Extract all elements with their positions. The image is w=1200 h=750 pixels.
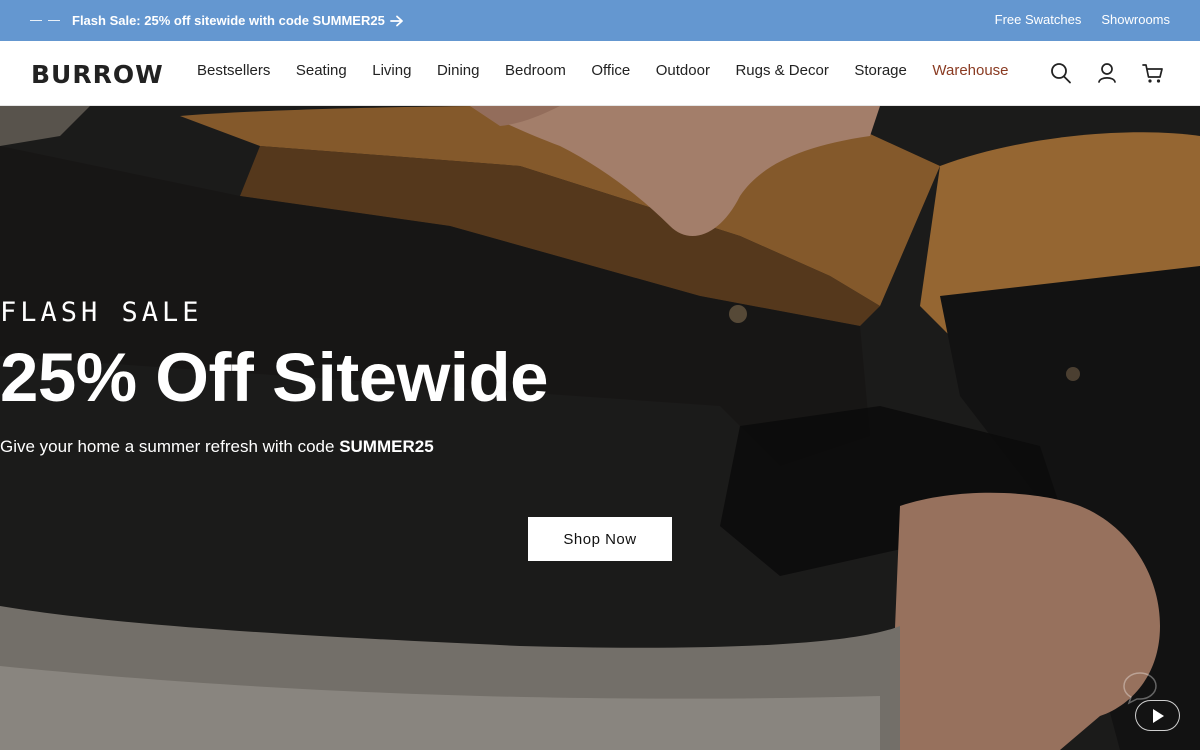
hero-background-image (0, 106, 1200, 750)
video-play-button[interactable] (1135, 700, 1180, 731)
nav-office[interactable]: Office (591, 62, 630, 79)
hero-eyebrow: FLASH SALE (0, 297, 203, 328)
hero-subline-text: Give your home a summer refresh with cod… (0, 437, 340, 456)
nav-dining[interactable]: Dining (437, 62, 480, 79)
carousel-dot[interactable] (48, 20, 60, 21)
flash-sale-link[interactable]: Flash Sale: 25% off sitewide with code S… (72, 13, 404, 28)
promo-code: SUMMER25 (339, 437, 434, 456)
nav-storage[interactable]: Storage (854, 62, 907, 79)
carousel-indicators[interactable] (30, 20, 60, 21)
burrow-logo[interactable]: BURROW (31, 60, 164, 89)
carousel-dot[interactable] (30, 20, 42, 21)
free-swatches-link[interactable]: Free Swatches (995, 12, 1082, 27)
nav-living[interactable]: Living (372, 62, 411, 79)
cart-icon[interactable] (1142, 61, 1164, 85)
showrooms-link[interactable]: Showrooms (1101, 12, 1170, 27)
hero-banner: FLASH SALE 25% Off Sitewide Give your ho… (0, 106, 1200, 750)
search-icon[interactable] (1050, 61, 1072, 85)
arrow-right-icon (389, 15, 403, 26)
nav-warehouse[interactable]: Warehouse (932, 62, 1008, 79)
nav-seating[interactable]: Seating (296, 62, 347, 79)
announcement-bar: Flash Sale: 25% off sitewide with code S… (0, 0, 1200, 41)
hero-subline: Give your home a summer refresh with cod… (0, 437, 1200, 457)
site-header: BURROW Bestsellers Seating Living Dining… (0, 41, 1200, 106)
shop-now-button[interactable]: Shop Now (528, 517, 672, 561)
nav-bedroom[interactable]: Bedroom (505, 62, 566, 79)
nav-outdoor[interactable]: Outdoor (656, 62, 710, 79)
nav-rugs-decor[interactable]: Rugs & Decor (735, 62, 828, 79)
account-icon[interactable] (1096, 61, 1118, 85)
hero-headline: 25% Off Sitewide (0, 339, 548, 416)
flash-sale-text: Flash Sale: 25% off sitewide with code S… (72, 13, 385, 28)
nav-bestsellers[interactable]: Bestsellers (197, 62, 270, 79)
main-nav: Bestsellers Seating Living Dining Bedroo… (197, 62, 1009, 79)
play-icon (1152, 708, 1164, 723)
